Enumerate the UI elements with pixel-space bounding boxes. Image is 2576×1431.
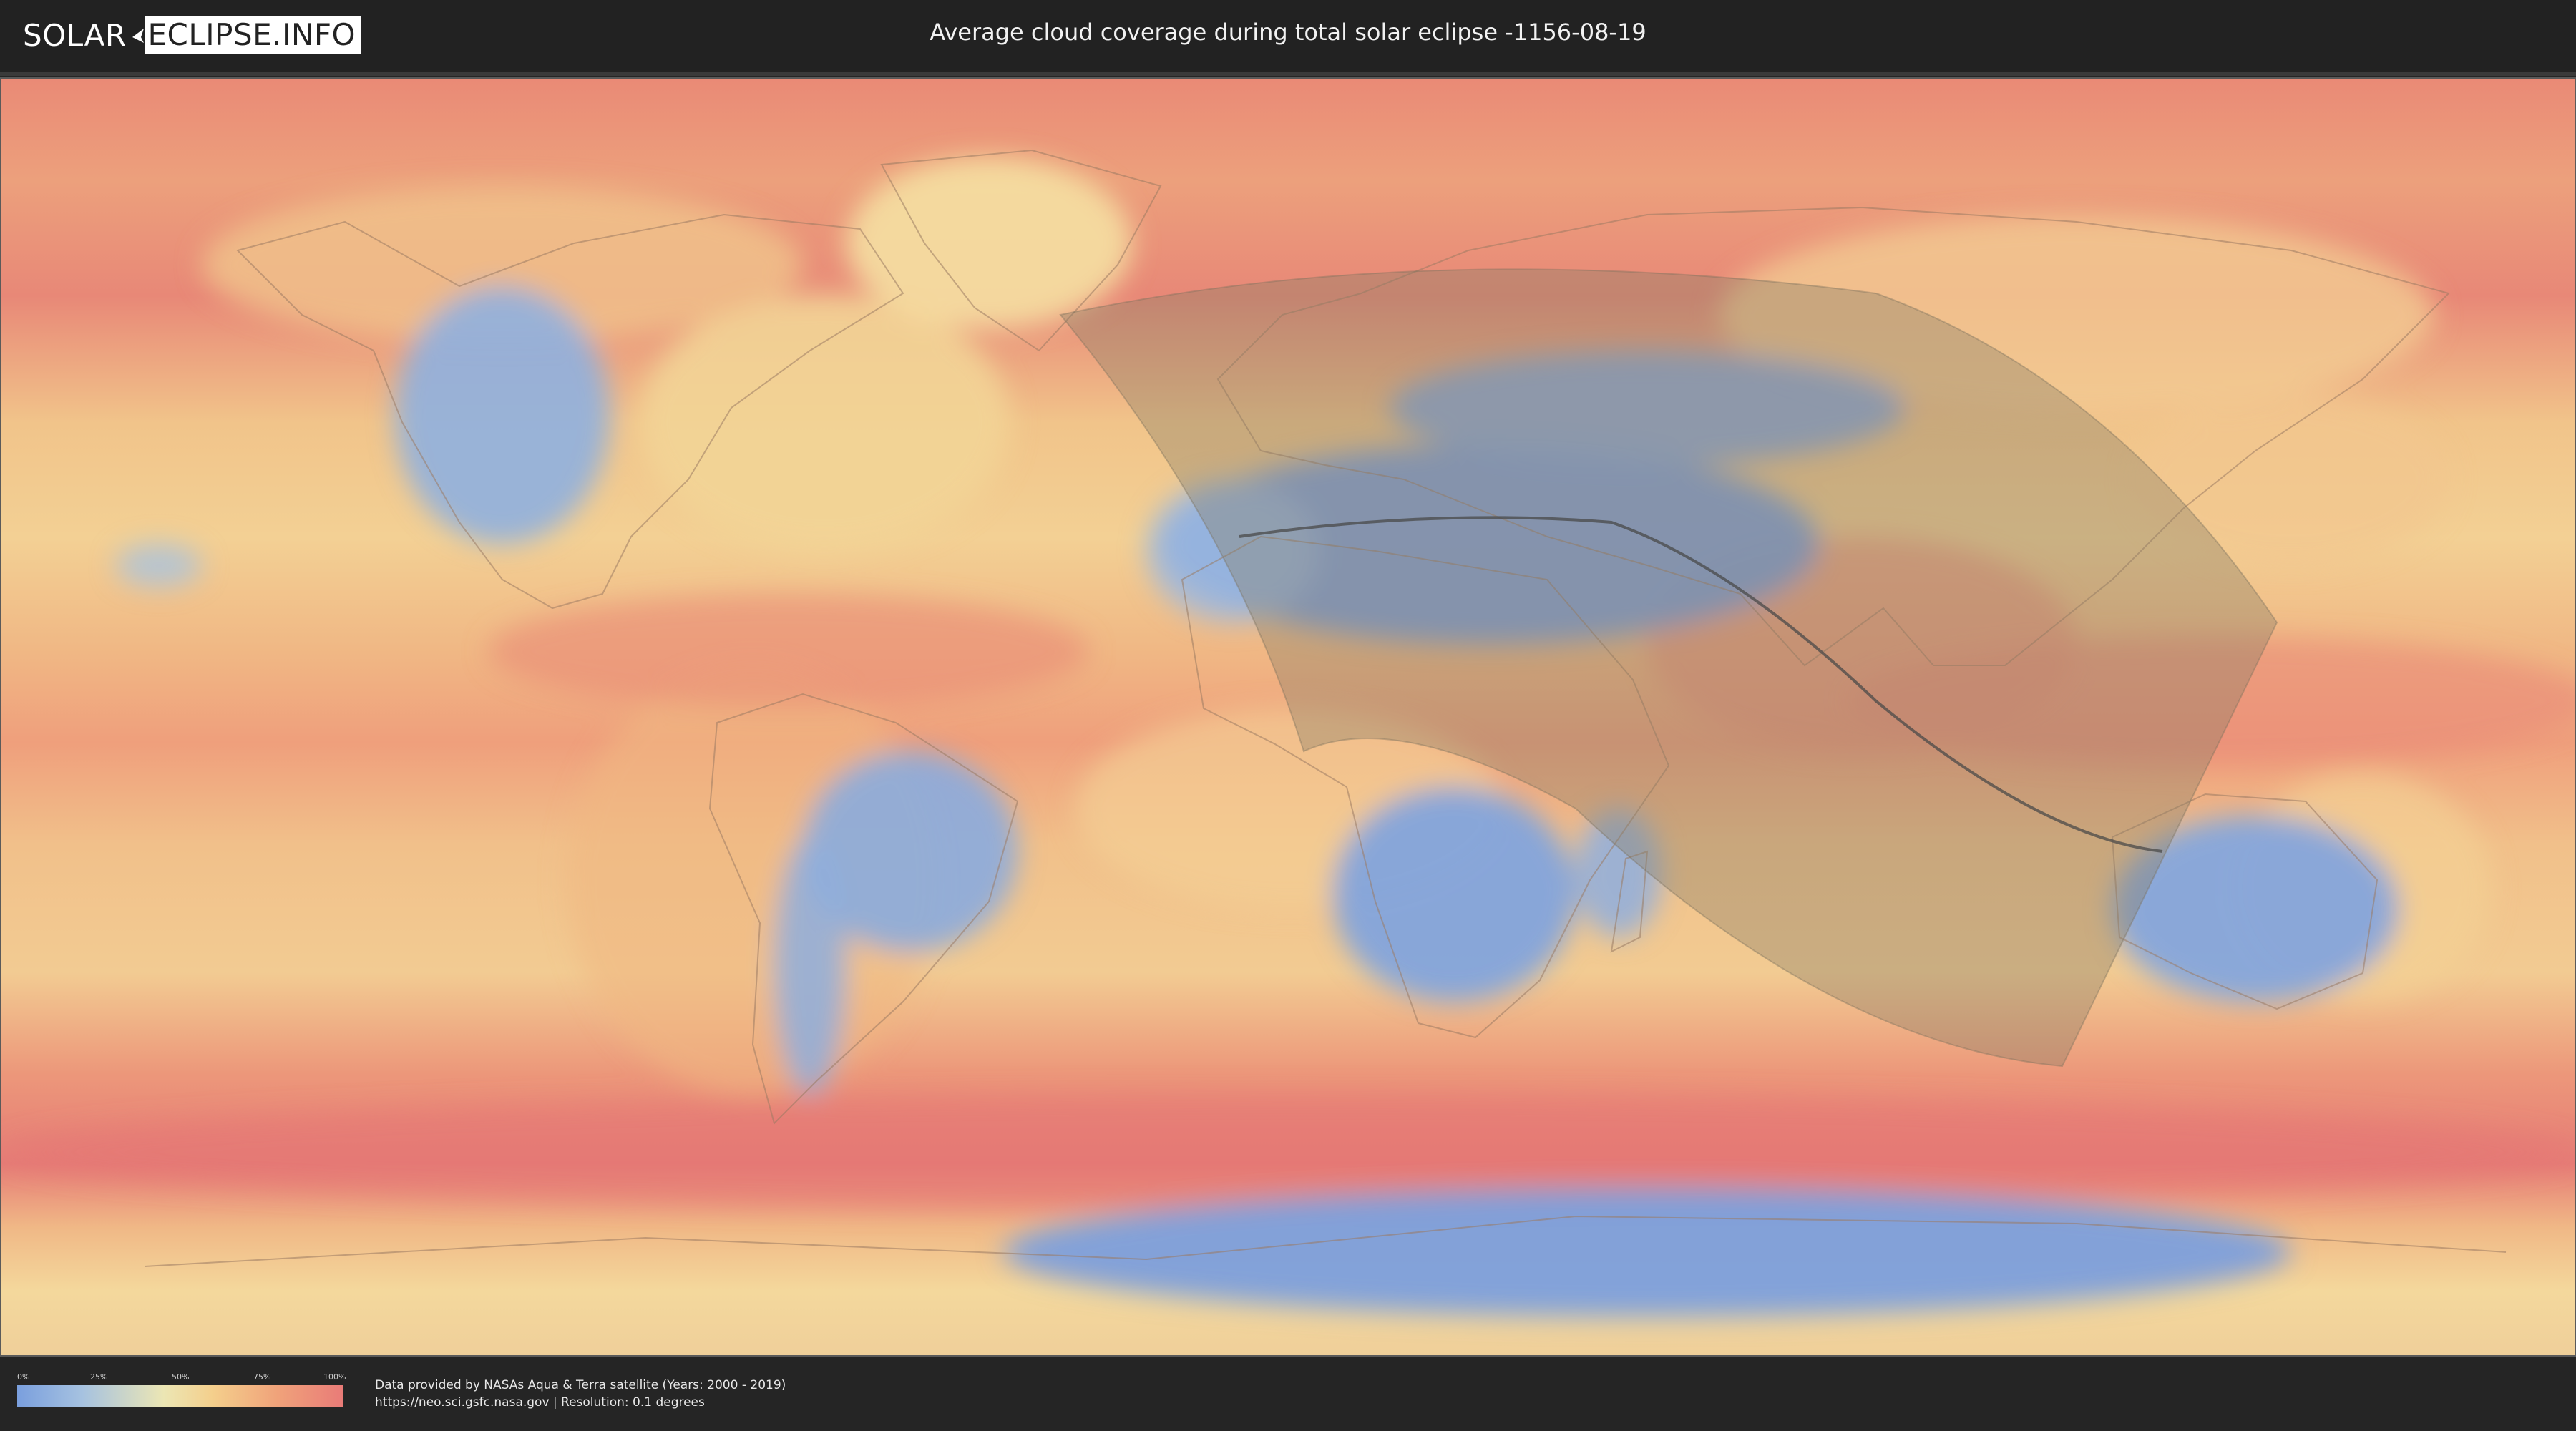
source-line-2: https://neo.sci.gsfc.nasa.gov | Resoluti… <box>375 1395 705 1410</box>
legend-tick-50: 50% <box>172 1372 190 1382</box>
header-divider <box>0 72 2576 76</box>
legend-color-ramp <box>17 1385 343 1407</box>
map-canvas <box>1 79 2575 1355</box>
legend-tick-25: 25% <box>90 1372 108 1382</box>
legend-tick-0: 0% <box>17 1372 30 1382</box>
header-bar: SOLAR ECLIPSE.INFO Average cloud coverag… <box>0 0 2576 72</box>
page-title: Average cloud coverage during total sola… <box>930 19 1646 46</box>
legend-tick-75: 75% <box>253 1372 271 1382</box>
data-source-text: Data provided by NASAs Aqua & Terra sate… <box>375 1377 786 1411</box>
source-line-1: Data provided by NASAs Aqua & Terra sate… <box>375 1378 786 1392</box>
cloud-coverage-map[interactable] <box>0 77 2576 1357</box>
legend-tick-100: 100% <box>323 1372 346 1382</box>
page: SOLAR ECLIPSE.INFO Average cloud coverag… <box>0 0 2576 1431</box>
footer-bar: 0% 25% 50% 75% 100% Data provided by NAS… <box>0 1357 2576 1431</box>
cloud-coverage-legend: 0% 25% 50% 75% 100% <box>17 1372 346 1412</box>
